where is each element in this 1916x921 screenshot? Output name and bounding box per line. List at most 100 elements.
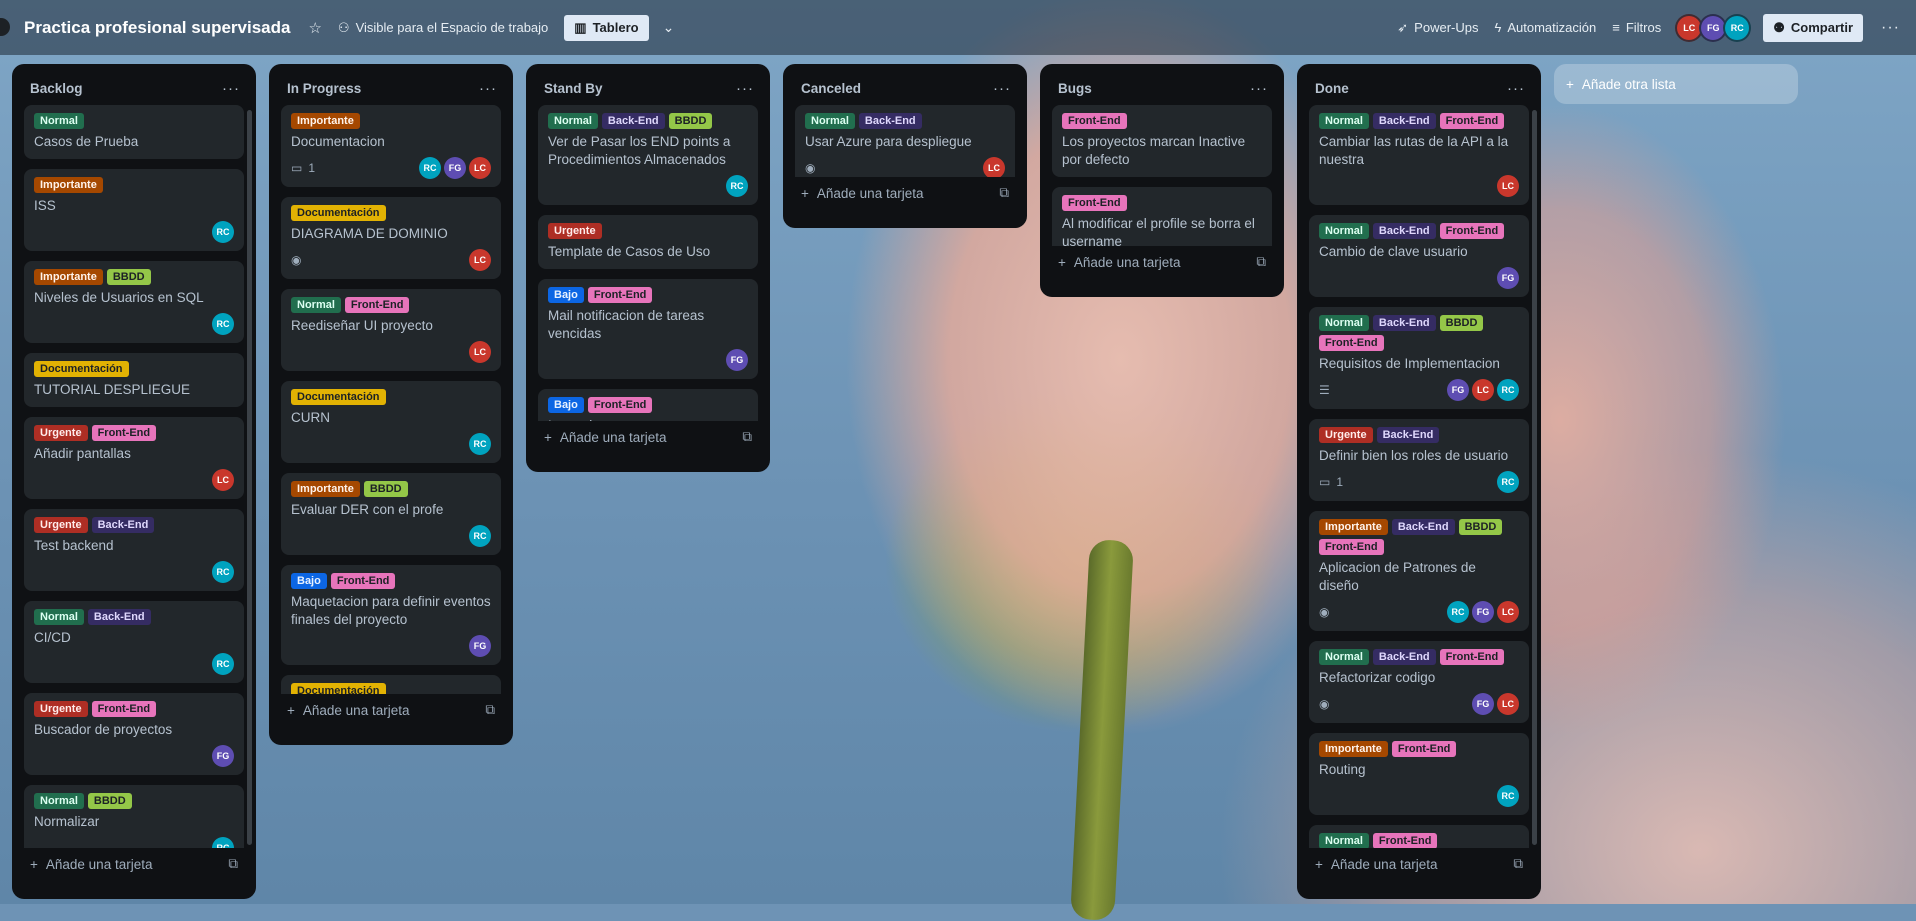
label-chip[interactable]: Back-End (1376, 427, 1440, 443)
label-chip[interactable]: Importante (1319, 741, 1388, 757)
filters-button[interactable]: ≡ Filtros (1612, 20, 1661, 35)
label-chip[interactable]: Front-End (1319, 539, 1384, 555)
label-chip[interactable]: Back-End (1372, 113, 1436, 129)
label-chip[interactable]: Urgente (34, 701, 88, 717)
avatar[interactable]: LC (469, 157, 491, 179)
label-chip[interactable]: Front-End (1319, 335, 1384, 351)
add-card-button[interactable]: + Añade una tarjeta ⧉ (791, 177, 1019, 205)
label-chip[interactable]: Normal (805, 113, 855, 129)
label-chip[interactable]: Front-End (1372, 833, 1438, 848)
card[interactable]: Bajo Front-End Mail notificacion de tareas… (538, 279, 758, 379)
label-chip[interactable]: Urgente (34, 425, 88, 441)
avatar[interactable]: FG (1447, 379, 1469, 401)
more-options-icon[interactable]: ··· (479, 80, 497, 97)
label-chip[interactable]: Bajo (548, 397, 584, 413)
add-card-button[interactable]: + Añade una tarjeta ⧉ (1305, 848, 1533, 876)
label-chip[interactable]: Normal (1319, 649, 1369, 665)
list-title[interactable]: Done (1315, 81, 1349, 96)
automation-button[interactable]: ϟ Automatización (1494, 20, 1596, 35)
board-view-button[interactable]: ▥ Tablero (564, 14, 649, 41)
label-chip[interactable]: Documentación (34, 361, 129, 377)
avatar[interactable]: RC (1497, 471, 1519, 493)
label-chip[interactable]: Front-End (91, 701, 157, 717)
avatar[interactable]: FG (1497, 267, 1519, 289)
card[interactable]: DocumentaciónCURS / CURSRFG (281, 675, 501, 694)
label-chip[interactable]: Front-End (1439, 113, 1505, 129)
avatar[interactable]: FG (1472, 693, 1494, 715)
label-chip[interactable]: Back-End (1372, 223, 1436, 239)
list-title[interactable]: Canceled (801, 81, 861, 96)
card[interactable]: Importante ISS RC (24, 169, 244, 251)
card[interactable]: Documentación TUTORIAL DESPLIEGUE (24, 353, 244, 407)
template-icon[interactable]: ⧉ (485, 702, 495, 718)
avatar[interactable]: RC (212, 653, 234, 675)
card[interactable]: Front-End Al modificar el profile se borr… (1052, 187, 1272, 246)
label-chip[interactable]: Documentación (291, 683, 386, 694)
more-options-icon[interactable]: ··· (1881, 19, 1900, 37)
add-card-button[interactable]: + Añade una tarjeta ⧉ (1048, 246, 1276, 274)
label-chip[interactable]: Front-End (1062, 113, 1127, 129)
label-chip[interactable]: Front-End (330, 573, 396, 589)
card[interactable]: Normal Back-End CI/CD RC (24, 601, 244, 683)
label-chip[interactable]: BBDD (87, 793, 132, 809)
template-icon[interactable]: ⧉ (999, 185, 1009, 201)
label-chip[interactable]: Urgente (548, 223, 602, 239)
label-chip[interactable]: Back-End (87, 609, 151, 625)
label-chip[interactable]: Normal (1319, 315, 1369, 331)
add-card-button[interactable]: + Añade una tarjeta ⧉ (277, 694, 505, 722)
card[interactable]: Bajo Front-End Maquetacion para definir ev… (281, 565, 501, 665)
card[interactable]: Urgente Template de Casos de Uso (538, 215, 758, 269)
sidebar-toggle[interactable] (0, 18, 10, 36)
scrollbar[interactable] (1532, 110, 1537, 845)
card[interactable]: Normal Back-End BBDD Front-End Requisitos de… (1309, 307, 1529, 409)
card[interactable]: Documentación DIAGRAMA DE DOMINIO ◉ LC (281, 197, 501, 279)
card[interactable]: Normal Back-End Front-End Refactorizar codi… (1309, 641, 1529, 723)
card[interactable]: Urgente Front-End Buscador de proyectos FG (24, 693, 244, 775)
avatar[interactable]: RC (1497, 379, 1519, 401)
label-chip[interactable]: Bajo (291, 573, 327, 589)
card[interactable]: Front-End Los proyectos marcan Inactive p… (1052, 105, 1272, 177)
chevron-down-icon[interactable]: ⌄ (663, 19, 675, 36)
label-chip[interactable]: Front-End (587, 287, 653, 303)
label-chip[interactable]: BBDD (106, 269, 151, 285)
avatar[interactable]: RC (212, 837, 234, 848)
avatar[interactable]: RC (469, 433, 491, 455)
card[interactable]: Normal Front-End Reediseñar UI proyecto LC (281, 289, 501, 371)
card[interactable]: Urgente Back-End Test backend RC (24, 509, 244, 591)
avatar[interactable]: LC (469, 341, 491, 363)
label-chip[interactable]: Back-End (1372, 315, 1436, 331)
avatar[interactable]: RC (1497, 785, 1519, 807)
label-chip[interactable]: BBDD (363, 481, 408, 497)
label-chip[interactable]: Normal (1319, 113, 1369, 129)
avatar[interactable]: FG (726, 349, 748, 371)
template-icon[interactable]: ⧉ (1513, 856, 1523, 872)
avatar[interactable]: LC (983, 157, 1005, 177)
label-chip[interactable]: Back-End (91, 517, 155, 533)
template-icon[interactable]: ⧉ (1256, 254, 1266, 270)
label-chip[interactable]: Front-End (1391, 741, 1457, 757)
label-chip[interactable]: Importante (34, 269, 103, 285)
label-chip[interactable]: Front-End (1062, 195, 1127, 211)
add-card-button[interactable]: + Añade una tarjeta ⧉ (20, 848, 248, 876)
more-options-icon[interactable]: ··· (1250, 80, 1268, 97)
board-title[interactable]: Practica profesional supervisada (24, 18, 290, 38)
template-icon[interactable]: ⧉ (228, 856, 238, 872)
avatar[interactable]: RC (469, 525, 491, 547)
label-chip[interactable]: Back-End (601, 113, 665, 129)
add-card-button[interactable]: + Añade una tarjeta ⧉ (534, 421, 762, 449)
label-chip[interactable]: Documentación (291, 389, 386, 405)
scrollbar[interactable] (247, 110, 252, 845)
list-title[interactable]: In Progress (287, 81, 361, 96)
visibility-button[interactable]: ⚇ Visible para el Espacio de trabajo (338, 20, 548, 36)
label-chip[interactable]: Importante (291, 481, 360, 497)
label-chip[interactable]: BBDD (668, 113, 713, 129)
card[interactable]: Importante Documentacion ▭ 1 RC FG LC (281, 105, 501, 187)
label-chip[interactable]: Importante (34, 177, 103, 193)
label-chip[interactable]: Normal (291, 297, 341, 313)
label-chip[interactable]: Bajo (548, 287, 584, 303)
label-chip[interactable]: BBDD (1439, 315, 1484, 331)
template-icon[interactable]: ⧉ (742, 429, 752, 445)
label-chip[interactable]: Front-End (91, 425, 157, 441)
avatar[interactable]: LC (1497, 693, 1519, 715)
card[interactable]: Documentación CURN RC (281, 381, 501, 463)
